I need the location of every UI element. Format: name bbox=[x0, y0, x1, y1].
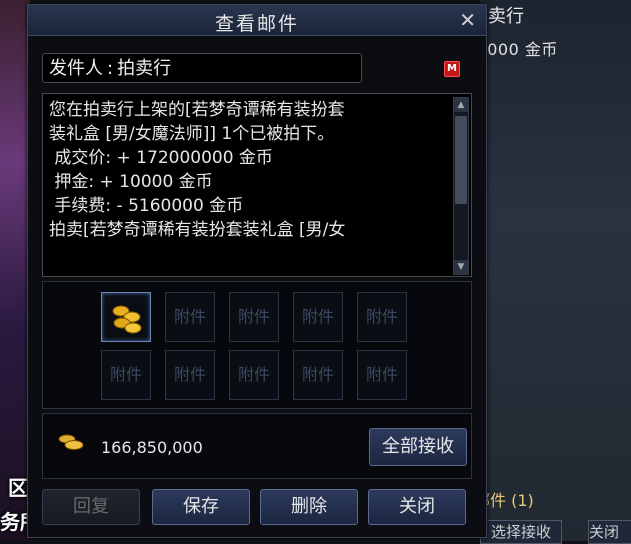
attachment-slot[interactable]: 附件 bbox=[293, 350, 343, 400]
sender-colon: : bbox=[107, 58, 114, 79]
body-line: 装礼盒 [男/女魔法师]] 1个已被拍下。 bbox=[49, 124, 335, 144]
attachments-panel: 附件 附件 附件 附件 附件 附件 附件 附件 附件 bbox=[42, 281, 472, 409]
window-title: 查看邮件 bbox=[214, 13, 299, 35]
attachment-slot[interactable]: 附件 bbox=[229, 292, 279, 342]
body-line: 成交价: + 172000000 金币 bbox=[49, 148, 273, 168]
body-line: 押金: + 10000 金币 bbox=[49, 172, 213, 192]
background-auction-panel: 卖行 166,850,000 金币 邮件 (1) 选择接收 关闭 bbox=[412, 0, 631, 544]
background-select-receive-button[interactable]: 选择接收 bbox=[480, 520, 562, 544]
attachment-slot[interactable]: 附件 bbox=[357, 350, 407, 400]
attachment-slot[interactable]: 附件 bbox=[357, 292, 407, 342]
scroll-down-icon[interactable]: ▼ bbox=[454, 260, 468, 274]
attachment-slot[interactable]: 附件 bbox=[165, 292, 215, 342]
scroll-up-icon[interactable]: ▲ bbox=[454, 98, 468, 112]
accept-all-button[interactable]: 全部接收 bbox=[369, 428, 467, 466]
close-icon[interactable]: ✕ bbox=[459, 8, 476, 32]
background-scene-left bbox=[0, 0, 30, 541]
body-line: 您在拍卖行上架的[若梦奇谭稀有装扮套 bbox=[49, 100, 345, 120]
delete-button[interactable]: 删除 bbox=[260, 489, 358, 525]
attachment-slot-gold[interactable] bbox=[101, 292, 151, 342]
close-button[interactable]: 关闭 bbox=[368, 489, 466, 525]
report-icon[interactable]: M bbox=[444, 61, 460, 77]
attachment-slot[interactable]: 附件 bbox=[165, 350, 215, 400]
sender-field: 发件人: 拍卖行 bbox=[42, 53, 362, 83]
mail-body-text: 您在拍卖行上架的[若梦奇谭稀有装扮套 装礼盒 [男/女魔法师]] 1个已被拍下。 … bbox=[49, 98, 449, 242]
money-panel: 166,850,000 全部接收 bbox=[42, 413, 472, 479]
money-amount: 166,850,000 bbox=[101, 438, 203, 457]
body-scrollbar[interactable]: ▲ ▼ bbox=[453, 97, 469, 275]
gold-coins-icon bbox=[112, 305, 142, 334]
body-line: 手续费: - 5160000 金币 bbox=[49, 196, 244, 216]
scroll-thumb[interactable] bbox=[455, 116, 467, 204]
attachment-slot[interactable]: 附件 bbox=[293, 292, 343, 342]
attachment-slot[interactable]: 附件 bbox=[229, 350, 279, 400]
save-button[interactable]: 保存 bbox=[152, 489, 250, 525]
background-close-button[interactable]: 关闭 bbox=[588, 520, 631, 544]
body-line: 拍卖[若梦奇谭稀有装扮套装礼盒 [男/女 bbox=[49, 220, 346, 240]
sender-value: 拍卖行 bbox=[117, 58, 172, 79]
background-title: 卖行 bbox=[488, 6, 524, 27]
mail-body: 您在拍卖行上架的[若梦奇谭稀有装扮套 装礼盒 [男/女魔法师]] 1个已被拍下。 … bbox=[42, 93, 472, 277]
reply-button[interactable]: 回复 bbox=[42, 489, 140, 525]
mail-view-window: 查看邮件 ✕ 发件人: 拍卖行 M 您在拍卖行上架的[若梦奇谭稀有装扮套 装礼盒 [… bbox=[27, 4, 487, 538]
gold-icon bbox=[58, 434, 84, 450]
window-titlebar[interactable]: 查看邮件 ✕ bbox=[28, 5, 486, 36]
attachment-slot[interactable]: 附件 bbox=[101, 350, 151, 400]
sender-label: 发件人 bbox=[49, 58, 103, 79]
